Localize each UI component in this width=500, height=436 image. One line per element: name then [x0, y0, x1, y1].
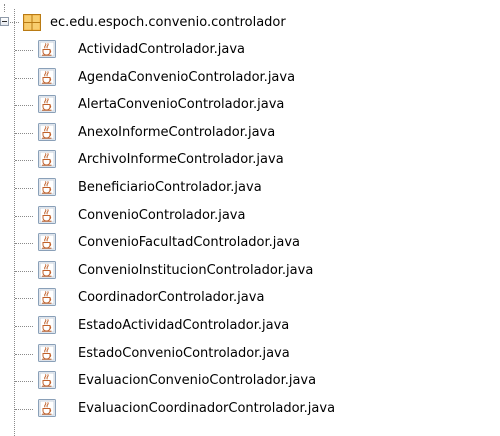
- java-file-icon: [38, 316, 56, 334]
- java-file-icon: [38, 122, 56, 141]
- file-label: BeneficiarioControlador.java: [78, 180, 262, 195]
- package-label: ec.edu.espoch.convenio.controlador: [50, 15, 286, 30]
- file-label: AnexoInformeControlador.java: [78, 124, 276, 140]
- file-node[interactable]: ArchivoInformeControlador.java: [0, 150, 500, 170]
- java-file-icon: [38, 398, 56, 417]
- java-file-icon: [38, 150, 56, 169]
- tree-connector: [15, 215, 33, 217]
- tree-connector: [15, 270, 33, 272]
- java-file-icon: [38, 288, 56, 307]
- tree-connector: [15, 105, 33, 107]
- java-file-icon: [38, 67, 56, 86]
- java-file-icon: [38, 95, 56, 114]
- tree-connector: [15, 50, 33, 51]
- package-node[interactable]: ec.edu.espoch.convenio.controlador: [0, 13, 500, 33]
- file-node[interactable]: BeneficiarioControlador.java: [0, 178, 500, 198]
- file-node[interactable]: EvaluacionCoordinadorControlador.java: [0, 398, 500, 419]
- java-file-icon: [38, 343, 56, 362]
- tree-connector: [15, 326, 33, 327]
- java-file-icon: [38, 40, 56, 58]
- project-tree: ec.edu.espoch.convenio.controlador Activ…: [0, 0, 500, 436]
- file-node[interactable]: EvaluacionConvenioControlador.java: [0, 371, 500, 391]
- tree-connector: [15, 243, 33, 245]
- collapse-toggle-icon[interactable]: [0, 17, 9, 26]
- file-label: ConvenioFacultadControlador.java: [78, 235, 301, 251]
- file-node[interactable]: ConvenioControlador.java: [0, 205, 500, 226]
- file-label: CoordinadorControlador.java: [78, 290, 265, 306]
- file-node[interactable]: ActividadControlador.java: [0, 40, 500, 60]
- file-node[interactable]: AgendaConvenioControlador.java: [0, 67, 500, 88]
- file-label: ConvenioInstitucionControlador.java: [78, 262, 314, 278]
- tree-connector: [10, 22, 19, 23]
- file-node[interactable]: EstadoActividadControlador.java: [0, 316, 500, 336]
- file-label: ActividadControlador.java: [78, 42, 245, 57]
- file-node[interactable]: AnexoInformeControlador.java: [0, 122, 500, 143]
- file-label: EvaluacionConvenioControlador.java: [78, 373, 317, 389]
- tree-connector: [15, 353, 33, 355]
- tree-connector: [15, 188, 33, 189]
- tree-connector: [15, 408, 33, 410]
- tree-line-top: [4, 4, 5, 12]
- file-node[interactable]: ConvenioInstitucionControlador.java: [0, 260, 500, 281]
- file-label: EstadoConvenioControlador.java: [78, 345, 290, 361]
- java-file-icon: [38, 371, 56, 390]
- java-file-icon: [38, 260, 56, 279]
- tree-connector: [15, 381, 33, 383]
- tree-connector: [15, 132, 33, 134]
- file-node[interactable]: CoordinadorControlador.java: [0, 288, 500, 308]
- java-file-icon: [38, 233, 56, 252]
- tree-connector: [15, 160, 33, 162]
- tree-connector: [15, 77, 33, 79]
- file-label: AgendaConvenioControlador.java: [78, 69, 296, 85]
- file-label: AlertaConvenioControlador.java: [78, 97, 285, 113]
- file-label: EstadoActividadControlador.java: [78, 318, 290, 333]
- java-file-icon: [38, 178, 56, 196]
- tree-connector: [15, 298, 33, 300]
- file-node[interactable]: AlertaConvenioControlador.java: [0, 95, 500, 115]
- file-label: ArchivoInformeControlador.java: [78, 152, 284, 168]
- package-icon: [23, 14, 41, 31]
- file-node[interactable]: EstadoConvenioControlador.java: [0, 343, 500, 364]
- file-label: EvaluacionCoordinadorControlador.java: [78, 400, 336, 416]
- java-file-icon: [38, 205, 56, 224]
- file-label: ConvenioControlador.java: [78, 207, 246, 223]
- file-node[interactable]: ConvenioFacultadControlador.java: [0, 233, 500, 253]
